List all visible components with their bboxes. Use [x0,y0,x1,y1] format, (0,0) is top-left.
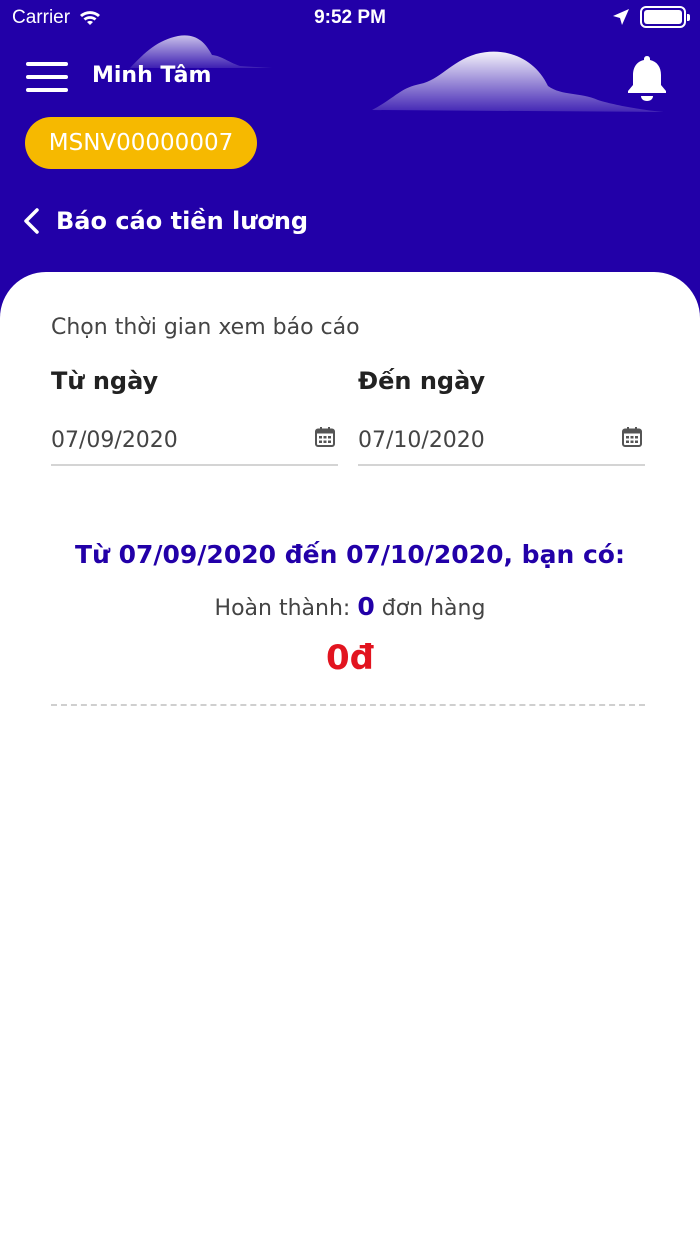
completed-orders: Hoàn thành: 0 đơn hàng [0,592,700,621]
calendar-icon[interactable] [314,426,336,448]
calendar-icon[interactable] [621,426,643,448]
completed-suffix: đơn hàng [381,596,486,621]
location-arrow-icon [613,9,629,25]
battery-icon [640,6,690,28]
salary-amount: 0đ [326,638,374,678]
dashed-divider [51,704,645,706]
status-right [612,6,690,28]
to-date-label: Đến ngày [358,367,486,395]
menu-icon [26,62,68,66]
period-prompt: Chọn thời gian xem báo cáo [51,315,360,340]
menu-button[interactable] [26,60,68,94]
status-bar: Carrier 9:52 PM [0,0,700,36]
bell-icon[interactable] [624,54,670,102]
back-navigation[interactable]: Báo cáo tiền lương [22,198,308,244]
to-date-value: 07/10/2020 [358,428,485,453]
report-summary: Từ 07/09/2020 đến 07/10/2020, bạn có: [75,540,625,569]
from-date-label: Từ ngày [51,367,159,395]
completed-prefix: Hoàn thành: [214,596,351,621]
from-date-value: 07/09/2020 [51,428,178,453]
completed-count: 0 [357,592,375,621]
status-time: 9:52 PM [314,7,386,28]
from-date-field[interactable]: 07/09/2020 [51,418,338,466]
back-icon[interactable] [22,207,40,235]
page-title: Báo cáo tiền lương [56,207,309,235]
employee-code-badge: MSNV00000007 [25,117,257,169]
to-date-field[interactable]: 07/10/2020 [358,418,645,466]
user-name: Minh Tâm [92,63,212,88]
